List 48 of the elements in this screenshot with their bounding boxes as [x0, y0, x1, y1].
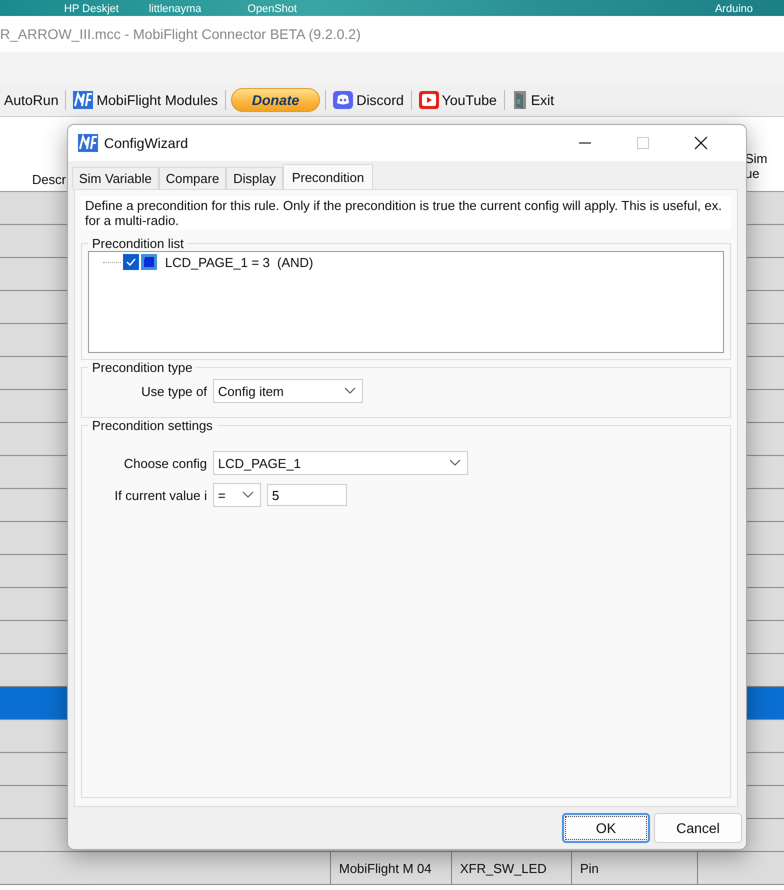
- checkbox[interactable]: [123, 254, 139, 270]
- dialog-title: ConfigWizard: [104, 135, 188, 151]
- cancel-button[interactable]: Cancel: [654, 813, 742, 843]
- tree-item[interactable]: LCD_PAGE_1 = 3 (AND): [165, 254, 314, 270]
- chevron-down-icon: [344, 387, 356, 395]
- group-title: Precondition settings: [91, 418, 214, 433]
- toolbar-button[interactable]: Exit: [510, 88, 556, 112]
- donate-button[interactable]: Donate: [230, 88, 320, 112]
- toolbar-button[interactable]: Discord: [331, 89, 406, 111]
- tab[interactable]: Precondition: [282, 164, 374, 189]
- close-icon[interactable]: [694, 136, 708, 150]
- field-label: Use type of: [140, 384, 207, 398]
- desktop-icon-label: littlenayma: [148, 3, 202, 16]
- precondition-tree[interactable]: LCD_PAGE_1 = 3 (AND): [88, 251, 724, 353]
- chevron-down-icon: [449, 459, 461, 467]
- table-cell: MobiFlight M 04: [330, 852, 452, 884]
- window-title: R_ARROW_III.mcc - MobiFlight Connector BETA (9.2.0.2): [0, 26, 361, 42]
- field-label: If current value i: [114, 488, 207, 502]
- toolbar-button[interactable]: MobiFlight Modules: [71, 89, 220, 111]
- door-icon: [512, 90, 528, 110]
- tab[interactable]: Sim Variable: [72, 167, 159, 189]
- group-title: Precondition type: [91, 360, 194, 375]
- play-icon: [418, 91, 439, 109]
- operator-dropdown[interactable]: =: [213, 483, 261, 507]
- column-header: Descr: [32, 172, 66, 187]
- config-dropdown[interactable]: LCD_PAGE_1: [213, 451, 468, 475]
- tab[interactable]: Compare: [158, 167, 226, 189]
- value-input[interactable]: 5: [267, 484, 347, 506]
- type-dropdown[interactable]: Config item: [213, 379, 363, 403]
- description-text: Define a precondition for this rule. Only if the precondition is true the current config will apply. This is useful, ex. for a multi-radio.: [81, 196, 731, 230]
- field-label: Choose config: [122, 456, 207, 470]
- group-title: Precondition list: [91, 236, 185, 251]
- tab[interactable]: Display: [226, 167, 283, 189]
- checkmark-icon: [126, 258, 136, 266]
- logo-icon: [78, 134, 98, 152]
- ok-button[interactable]: OK: [562, 813, 650, 843]
- item-icon: [141, 254, 157, 270]
- game-controller-icon: [333, 91, 354, 109]
- toolbar-button[interactable]: AutoRun: [2, 90, 60, 110]
- desktop-icon-label: Arduino: [714, 3, 753, 16]
- desktop-icon-label: OpenShot: [247, 3, 297, 16]
- table-cell: XFR_SW_LED: [452, 852, 572, 884]
- logo-icon: [73, 91, 94, 109]
- table-cell: Pin: [572, 852, 698, 884]
- desktop-icon-label: HP Deskjet: [64, 3, 119, 16]
- chevron-down-icon: [242, 491, 254, 499]
- toolbar-button[interactable]: YouTube: [416, 89, 499, 111]
- table-row[interactable]: MobiFlight M 04 XFR_SW_LED Pin: [0, 852, 784, 885]
